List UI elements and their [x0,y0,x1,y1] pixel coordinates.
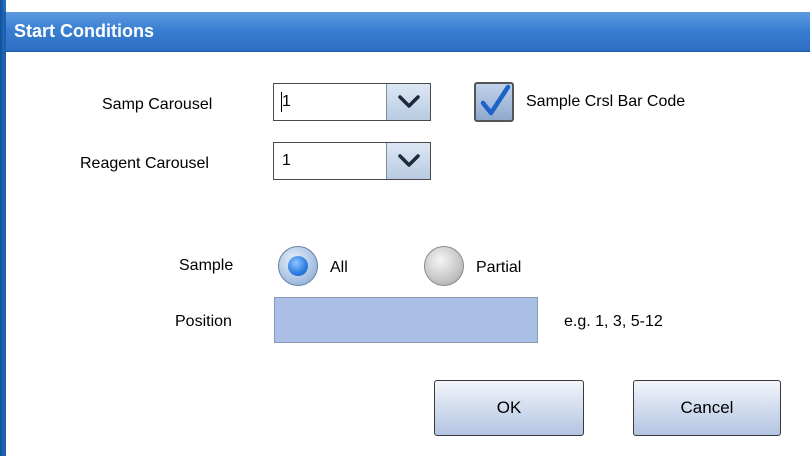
desktop-strip [0,0,810,10]
reagent-carousel-label: Reagent Carousel [80,155,209,172]
cancel-button[interactable]: Cancel [633,380,781,436]
reagent-carousel-dropdown-button[interactable] [386,143,430,179]
reagent-carousel-value: 1 [282,152,291,169]
sample-partial-label[interactable]: Partial [476,259,521,277]
reagent-carousel-select[interactable]: 1 [273,142,431,180]
samp-carousel-dropdown-button[interactable] [386,84,430,120]
sample-partial-radio[interactable] [424,246,464,286]
position-input[interactable] [274,297,538,343]
sample-all-label[interactable]: All [330,259,348,277]
ok-button[interactable]: OK [434,380,584,436]
chevron-down-icon [398,154,420,167]
dialog-title: Start Conditions [14,21,154,41]
samp-carousel-value: 1 [282,93,291,110]
sample-crsl-bar-code-checkbox[interactable] [474,82,514,122]
radio-selected-dot [288,256,308,276]
position-hint: e.g. 1, 3, 5-12 [564,313,663,330]
sample-all-radio[interactable] [278,246,318,286]
samp-carousel-select[interactable]: 1 [273,83,431,121]
sample-crsl-bar-code-label: Sample Crsl Bar Code [526,93,686,110]
screen: Start Conditions Samp Carousel 1 Sample … [0,0,810,456]
dialog-titlebar[interactable]: Start Conditions [6,12,810,52]
sample-label: Sample [179,257,234,274]
samp-carousel-label: Samp Carousel [102,96,213,113]
chevron-down-icon [398,95,420,108]
checkmark-icon [480,84,511,116]
position-label: Position [175,313,232,330]
text-caret [281,92,282,112]
